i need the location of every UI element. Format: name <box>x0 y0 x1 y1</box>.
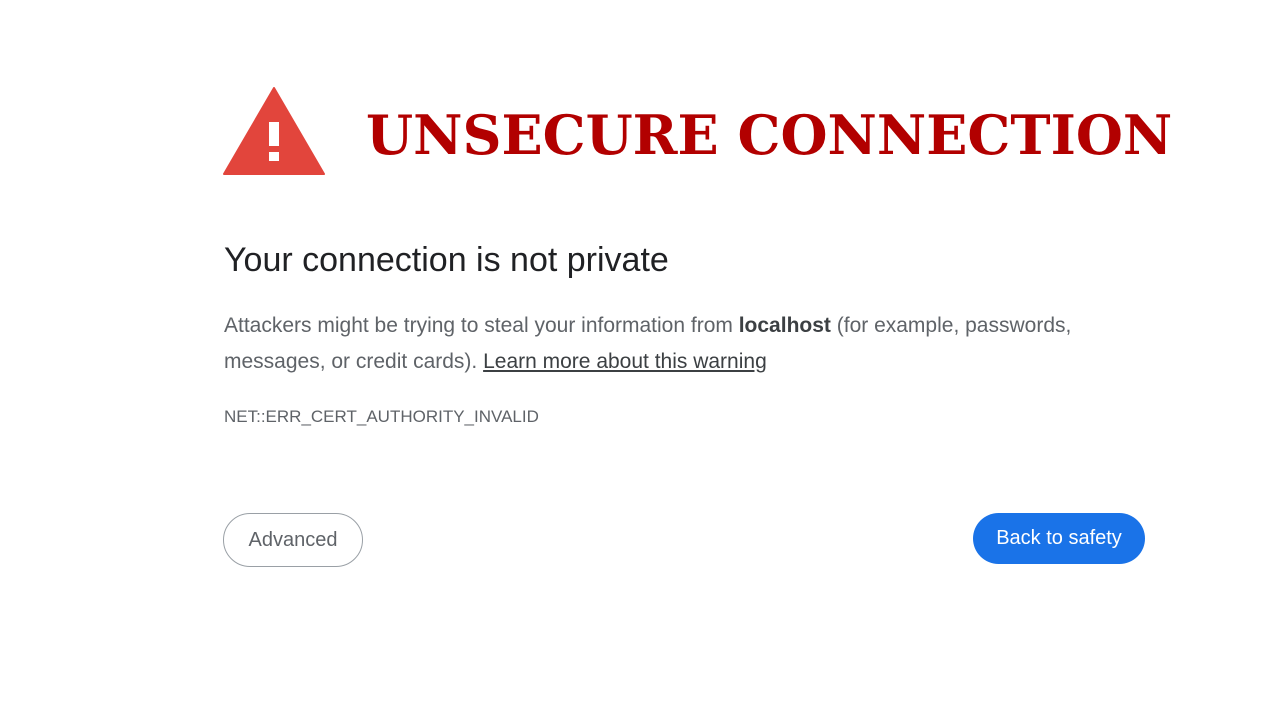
back-to-safety-button[interactable]: Back to safety <box>973 513 1145 564</box>
learn-more-link[interactable]: Learn more about this warning <box>483 350 767 373</box>
advanced-button[interactable]: Advanced <box>223 513 363 567</box>
page-title: Your connection is not private <box>224 241 669 279</box>
description-text-start: Attackers might be trying to steal your … <box>224 314 739 337</box>
warning-triangle-icon <box>223 87 325 175</box>
banner-title: UNSECURE CONNECTION <box>366 103 1173 167</box>
privacy-error-page: UNSECURE CONNECTION Your connection is n… <box>0 0 1280 720</box>
error-code: NET::ERR_CERT_AUTHORITY_INVALID <box>224 407 539 426</box>
host-name: localhost <box>738 314 831 337</box>
warning-description: Attackers might be trying to steal your … <box>224 308 1084 380</box>
